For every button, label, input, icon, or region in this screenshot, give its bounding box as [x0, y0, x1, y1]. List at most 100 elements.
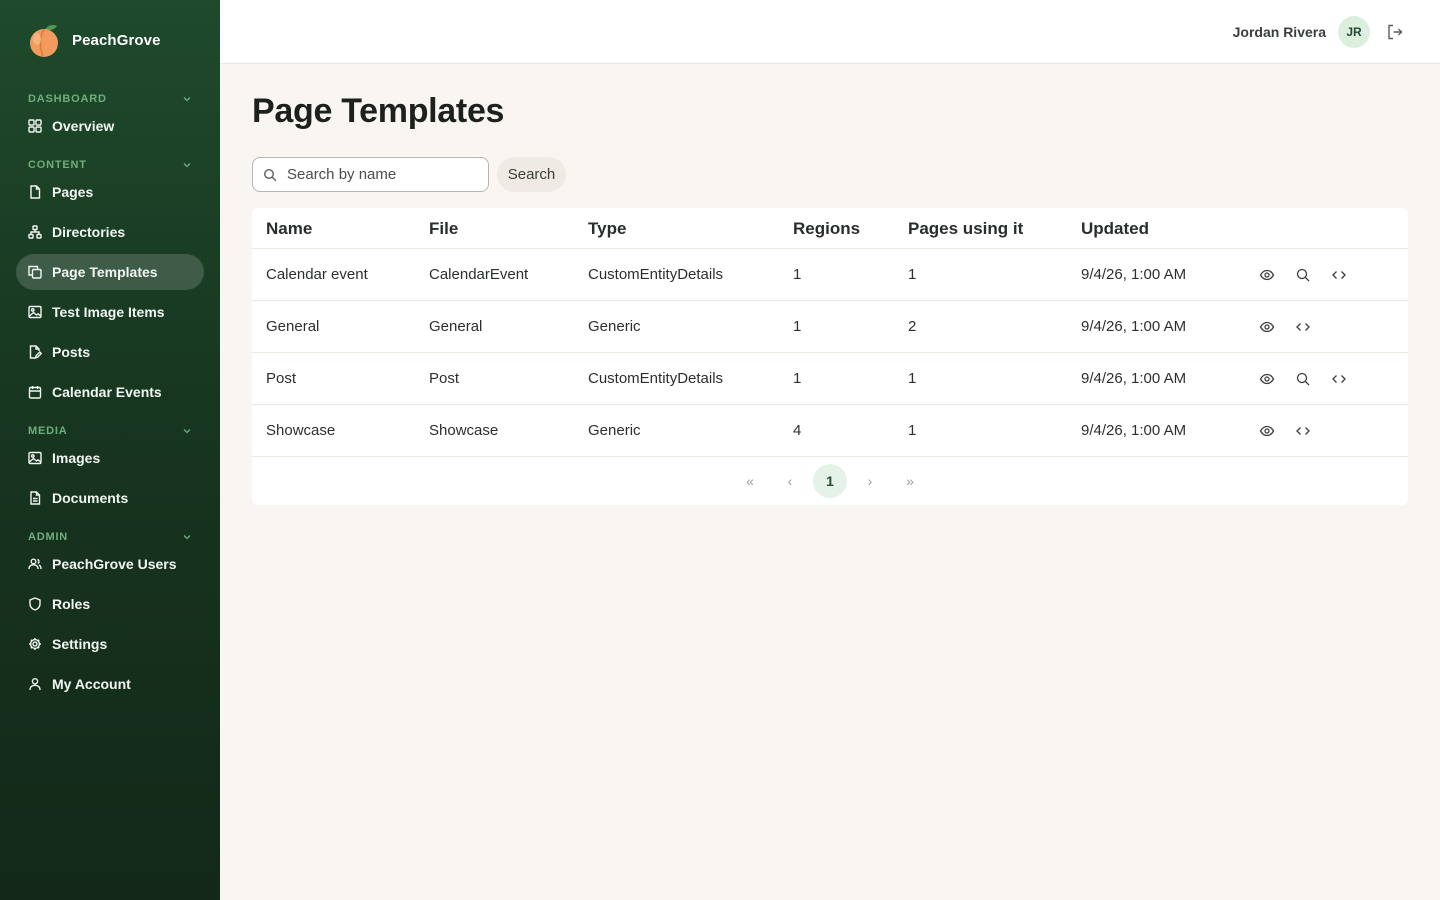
sidebar-item-directories[interactable]: Directories	[16, 214, 204, 250]
cell-updated: 9/4/26, 1:00 AM	[1081, 318, 1187, 335]
search-field[interactable]	[252, 157, 489, 192]
sidebar-item-pages[interactable]: Pages	[16, 174, 204, 210]
pagination: « ‹ 1 › »	[252, 457, 1408, 505]
brand-name: PeachGrove	[72, 31, 161, 49]
table-row[interactable]: Post Post CustomEntityDetails 1 1 9/4/26…	[252, 353, 1408, 405]
user-icon	[29, 678, 41, 691]
sidebar-item-label: Documents	[52, 490, 129, 506]
cell-regions: 1	[793, 370, 802, 387]
sidebar-item-label: PeachGrove Users	[52, 556, 177, 572]
column-header-updated[interactable]: Updated	[1081, 219, 1149, 239]
first-page-button[interactable]: «	[733, 464, 767, 498]
sidebar-item-test-image-items[interactable]: Test Image Items	[16, 294, 204, 330]
page-button-current[interactable]: 1	[813, 464, 847, 498]
sitemap-icon	[28, 225, 42, 239]
cell-pages-using-it: 1	[908, 266, 917, 283]
brand[interactable]: PeachGrove	[26, 21, 161, 59]
sidebar-item-label: Settings	[52, 636, 108, 652]
search-input[interactable]	[287, 166, 477, 183]
cell-updated: 9/4/26, 1:00 AM	[1081, 370, 1187, 387]
cell-type: Generic	[588, 422, 641, 439]
column-header-file[interactable]: File	[429, 219, 458, 239]
view-icon[interactable]	[1259, 267, 1275, 283]
cell-type: Generic	[588, 318, 641, 335]
cell-file: Showcase	[429, 422, 499, 439]
section-label: ADMIN	[28, 531, 69, 543]
sidebar-item-label: Images	[52, 450, 101, 466]
cell-updated: 9/4/26, 1:00 AM	[1081, 266, 1187, 283]
gear-icon	[29, 638, 41, 650]
document-icon	[30, 491, 41, 505]
code-icon[interactable]	[1295, 423, 1311, 439]
next-page-button[interactable]: ›	[853, 464, 887, 498]
cell-pages-using-it: 1	[908, 422, 917, 439]
sidebar-item-calendar-events[interactable]: Calendar Events	[16, 374, 204, 410]
sidebar-item-label: Directories	[52, 224, 126, 240]
column-header-name[interactable]: Name	[266, 219, 312, 239]
cell-regions: 1	[793, 266, 802, 283]
templates-table: Name File Type Regions Pages using it Up…	[252, 208, 1408, 505]
sidebar-item-page-templates[interactable]: Page Templates	[16, 254, 204, 290]
view-icon[interactable]	[1259, 423, 1275, 439]
code-icon[interactable]	[1331, 267, 1347, 283]
column-header-regions[interactable]: Regions	[793, 219, 860, 239]
sidebar-item-settings[interactable]: Settings	[16, 626, 204, 662]
section-admin[interactable]: ADMIN	[28, 530, 192, 544]
code-icon[interactable]	[1331, 371, 1347, 387]
file-icon	[30, 185, 41, 199]
last-page-button[interactable]: »	[893, 464, 927, 498]
sidebar-item-label: My Account	[52, 676, 131, 692]
peach-logo-icon	[30, 25, 58, 57]
search-icon[interactable]	[1295, 371, 1311, 387]
section-media[interactable]: MEDIA	[28, 424, 192, 438]
table-row[interactable]: Calendar event CalendarEvent CustomEntit…	[252, 249, 1408, 301]
search-button[interactable]: Search	[497, 157, 566, 192]
view-icon[interactable]	[1259, 319, 1275, 335]
section-label: MEDIA	[28, 425, 68, 437]
sidebar-item-roles[interactable]: Roles	[16, 586, 204, 622]
chevron-down-icon	[183, 429, 191, 434]
avatar[interactable]: JR	[1338, 16, 1370, 48]
cell-type: CustomEntityDetails	[588, 266, 724, 283]
sidebar-item-images[interactable]: Images	[16, 440, 204, 476]
user-name: Jordan Rivera	[1232, 24, 1326, 40]
search-icon[interactable]	[1295, 267, 1311, 283]
view-icon[interactable]	[1259, 371, 1275, 387]
prev-page-button[interactable]: ‹	[773, 464, 807, 498]
grid-icon	[28, 119, 42, 133]
sidebar-item-label: Pages	[52, 184, 94, 200]
sidebar-item-overview[interactable]: Overview	[16, 108, 204, 144]
file-edit-icon	[29, 345, 42, 359]
cell-pages-using-it: 1	[908, 370, 917, 387]
sidebar-item-label: Calendar Events	[52, 384, 162, 400]
column-header-pages-using-it[interactable]: Pages using it	[908, 219, 1023, 239]
section-dashboard[interactable]: DASHBOARD	[28, 92, 192, 106]
cell-name: Post	[266, 370, 297, 387]
users-icon	[28, 558, 42, 570]
chevron-down-icon	[183, 97, 191, 102]
page-title: Page Templates	[252, 92, 505, 130]
cell-file: CalendarEvent	[429, 266, 529, 283]
sidebar-item-documents[interactable]: Documents	[16, 480, 204, 516]
sidebar: PeachGrove DASHBOARD Overview CONTENT Pa…	[0, 0, 220, 900]
section-content[interactable]: CONTENT	[28, 158, 192, 172]
column-header-type[interactable]: Type	[588, 219, 626, 239]
logout-icon[interactable]	[1386, 23, 1404, 41]
topbar: Jordan Rivera JR	[220, 0, 1440, 64]
sidebar-item-peachgrove-users[interactable]: PeachGrove Users	[16, 546, 204, 582]
chevron-down-icon	[183, 163, 191, 168]
cell-pages-using-it: 2	[908, 318, 917, 335]
sidebar-item-posts[interactable]: Posts	[16, 334, 204, 370]
section-label: CONTENT	[28, 159, 87, 171]
table-row[interactable]: Showcase Showcase Generic 4 1 9/4/26, 1:…	[252, 405, 1408, 457]
sidebar-item-label: Overview	[52, 118, 115, 134]
shield-icon	[29, 597, 41, 611]
table-row[interactable]: General General Generic 1 2 9/4/26, 1:00…	[252, 301, 1408, 353]
calendar-icon	[28, 386, 42, 399]
sidebar-item-label: Test Image Items	[52, 304, 165, 320]
cell-regions: 1	[793, 318, 802, 335]
sidebar-item-my-account[interactable]: My Account	[16, 666, 204, 702]
sidebar-item-label: Roles	[52, 596, 91, 612]
cell-file: General	[429, 318, 483, 335]
code-icon[interactable]	[1295, 319, 1311, 335]
